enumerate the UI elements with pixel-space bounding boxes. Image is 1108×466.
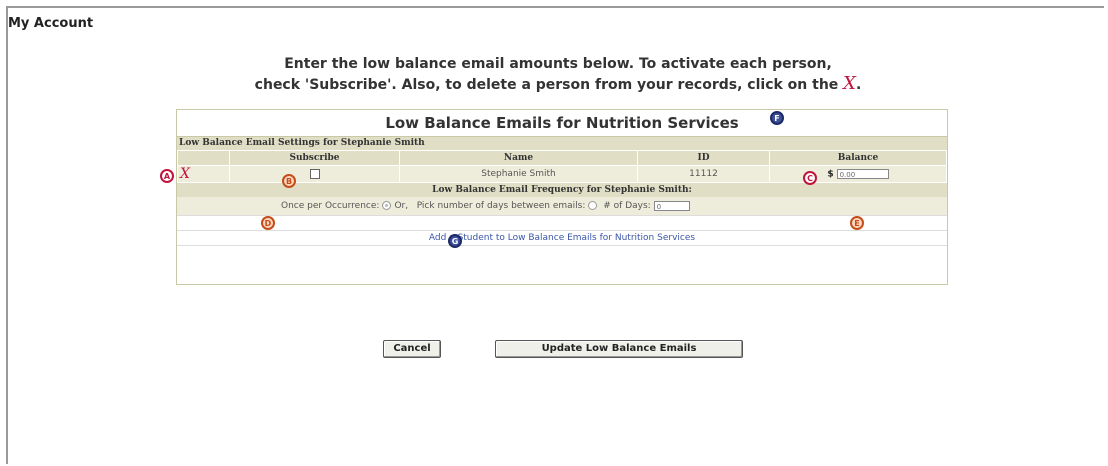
callout-e: E (850, 216, 864, 230)
column-header-id: ID (637, 150, 770, 166)
balance-cell: $ 0.00 (769, 165, 947, 183)
page-title: My Account (8, 16, 94, 31)
days-label: # of Days: (603, 201, 651, 211)
callout-f: F (770, 111, 784, 125)
column-header-balance: Balance (769, 150, 947, 166)
instructions-line-1: Enter the low balance email amounts belo… (284, 56, 832, 72)
frequency-row: Once per Occurrence: Or, Pick number of d… (177, 197, 947, 215)
instructions: Enter the low balance email amounts belo… (158, 54, 958, 95)
table-header-row: Subscribe Name ID Balance (177, 150, 947, 166)
delete-person-icon[interactable]: X (180, 166, 190, 182)
subscribe-cell (229, 165, 400, 183)
add-student-link[interactable]: Add a Student to Low Balance Emails for … (177, 230, 947, 246)
update-low-balance-emails-button[interactable]: Update Low Balance Emails (495, 340, 743, 358)
settings-title: Low Balance Email Settings for Stephanie… (177, 137, 947, 150)
or-label: Or, (394, 201, 409, 211)
callout-b: B (282, 174, 296, 188)
subscribe-checkbox[interactable] (309, 168, 320, 179)
pick-days-radio[interactable] (588, 201, 598, 210)
callout-a: A (160, 169, 174, 183)
days-input[interactable]: 0 (653, 200, 690, 211)
currency-symbol: $ (827, 169, 834, 180)
name-cell: Stephanie Smith (399, 165, 638, 183)
callout-d: D (261, 216, 275, 230)
delete-cell: X (177, 165, 230, 183)
spacer-row (177, 215, 947, 230)
callout-c: C (803, 171, 817, 185)
instructions-line-2: check 'Subscribe'. Also, to delete a per… (158, 74, 958, 95)
callout-g: G (448, 234, 462, 248)
low-balance-panel: Low Balance Emails for Nutrition Service… (176, 109, 948, 285)
pick-days-label: Pick number of days between emails: (416, 201, 586, 211)
delete-x-icon: X (843, 73, 856, 94)
column-header-subscribe: Subscribe (229, 150, 400, 166)
column-header-name: Name (399, 150, 638, 166)
panel-title: Low Balance Emails for Nutrition Service… (177, 110, 947, 137)
balance-input[interactable]: 0.00 (836, 168, 889, 179)
instructions-line-2-text: check 'Subscribe'. Also, to delete a per… (254, 77, 839, 93)
once-per-occurrence-label: Once per Occurrence: (281, 201, 380, 211)
cancel-button[interactable]: Cancel (383, 340, 441, 358)
instructions-line-2-end: . (856, 77, 862, 93)
id-cell: 11112 (637, 165, 770, 183)
column-header-delete (177, 150, 230, 166)
once-per-occurrence-radio[interactable] (382, 201, 392, 210)
